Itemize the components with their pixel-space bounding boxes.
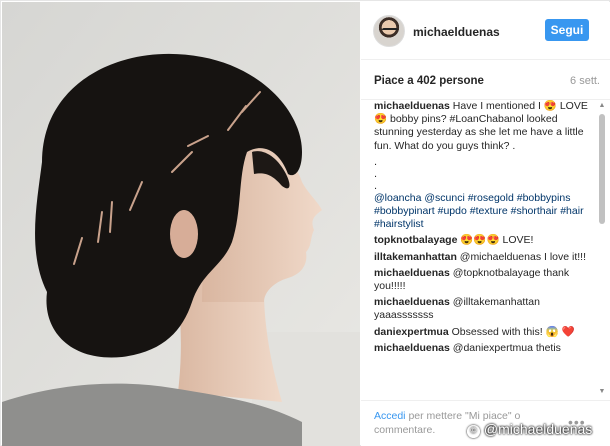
comment-item: michaelduenas @daniexpertmua thetis bbox=[374, 342, 596, 355]
comment-username[interactable]: michaelduenas bbox=[374, 296, 450, 308]
post-date[interactable]: 6 sett. bbox=[570, 75, 600, 87]
comment-username[interactable]: michaelduenas bbox=[374, 342, 450, 354]
comment-item: topknotbalayage 😍😍😍 LOVE! bbox=[374, 234, 596, 247]
avatar-glasses-icon bbox=[382, 28, 398, 32]
comment-username[interactable]: illtakemanhattan bbox=[374, 251, 457, 263]
comment-item: michaelduenas @illtakemanhattan yaaassss… bbox=[374, 296, 596, 322]
photo-illustration bbox=[2, 2, 360, 446]
watermark-text: @michaelduenas bbox=[483, 421, 593, 437]
comment-item: daniexpertmua Obsessed with this! 😱 ❤️ bbox=[374, 326, 596, 339]
comment-text: @michaelduenas I love it!!! bbox=[459, 250, 587, 263]
comment-text: @daniexpertmua thetis bbox=[452, 341, 561, 354]
scrollbar-thumb[interactable] bbox=[599, 114, 605, 224]
caption-dot: . bbox=[374, 167, 378, 180]
likes-row: Piace a 402 persone 6 sett. bbox=[361, 60, 610, 100]
comment-username[interactable]: michaelduenas bbox=[374, 267, 450, 279]
caption-dot: . bbox=[374, 155, 378, 168]
post-username[interactable]: michaelduenas bbox=[413, 25, 500, 39]
copyright-icon: © bbox=[467, 425, 480, 438]
comment-username[interactable]: topknotbalayage bbox=[374, 234, 457, 246]
comments-scrollbar[interactable]: ▲ ▼ bbox=[597, 100, 607, 396]
comments-list: michaelduenas Have I mentioned I 😍 LOVE … bbox=[374, 100, 596, 396]
comment-username[interactable]: michaelduenas bbox=[374, 100, 450, 112]
comment-text: 😍😍😍 LOVE! bbox=[460, 234, 534, 247]
caption-tags[interactable]: @loancha @scunci #rosegold #bobbypins #b… bbox=[374, 192, 596, 232]
comment-username[interactable]: daniexpertmua bbox=[374, 326, 449, 338]
caption-dot: . bbox=[374, 179, 378, 192]
login-link[interactable]: Accedi bbox=[374, 410, 406, 422]
post-side-panel: michaelduenas Segui Piace a 402 persone … bbox=[361, 2, 610, 446]
post-header: michaelduenas Segui bbox=[361, 2, 610, 60]
scroll-down-arrow-icon[interactable]: ▼ bbox=[598, 388, 606, 396]
likes-count[interactable]: Piace a 402 persone bbox=[374, 75, 484, 87]
comment-text: Obsessed with this! 😱 ❤️ bbox=[451, 325, 575, 338]
comment-item: michaelduenas @topknotbalayage thank you… bbox=[374, 267, 596, 293]
watermark: © @michaelduenas bbox=[467, 421, 592, 438]
scroll-up-arrow-icon[interactable]: ▲ bbox=[598, 102, 606, 110]
comment-caption: michaelduenas Have I mentioned I 😍 LOVE … bbox=[374, 100, 596, 153]
comment-item: illtakemanhattan @michaelduenas I love i… bbox=[374, 251, 596, 264]
follow-button[interactable]: Segui bbox=[545, 19, 589, 41]
profile-avatar[interactable] bbox=[373, 15, 405, 47]
instagram-post: michaelduenas Segui Piace a 402 persone … bbox=[0, 0, 610, 446]
post-photo[interactable] bbox=[2, 2, 360, 446]
